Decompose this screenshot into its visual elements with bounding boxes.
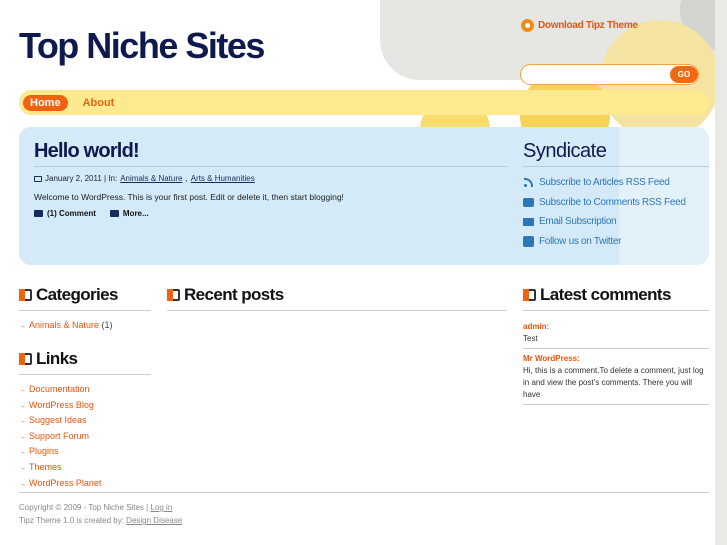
main-nav: Home About <box>19 90 709 115</box>
list-item[interactable]: Themes <box>19 462 101 478</box>
more-icon <box>109 210 119 217</box>
nav-home[interactable]: Home <box>23 94 68 111</box>
download-theme-link[interactable]: Download Tipz Theme <box>521 19 638 32</box>
syndicate-title: Syndicate <box>523 140 607 162</box>
latest-comments-heading: Latest comments <box>523 285 671 305</box>
syndicate-item-twitter[interactable]: Follow us on Twitter <box>523 232 686 252</box>
mail-icon <box>523 217 534 226</box>
comment-item: admin: Test <box>523 321 709 345</box>
widget-icon <box>19 353 32 365</box>
download-icon <box>521 19 534 32</box>
categories-title: Categories <box>36 285 118 304</box>
credit-text: Tipz Theme 1.0 is created by: <box>19 516 124 525</box>
syndicate-item-label: Subscribe to Comments RSS Feed <box>539 196 686 208</box>
post-title[interactable]: Hello world! <box>34 140 140 163</box>
twitter-icon <box>523 235 534 247</box>
comment-item: Mr WordPress: Hi, this is a comment.To d… <box>523 353 709 401</box>
post-footer: (1) Comment More... <box>34 209 149 218</box>
nav-about[interactable]: About <box>76 95 122 111</box>
latest-comments-title: Latest comments <box>540 285 671 304</box>
comments-link[interactable]: (1) Comment <box>34 209 96 218</box>
category-separator: , <box>185 174 188 183</box>
comment-author[interactable]: Mr WordPress: <box>523 354 580 363</box>
login-link[interactable]: Log in <box>150 503 172 512</box>
search-box: GO <box>520 64 699 85</box>
search-go-button[interactable]: GO <box>670 66 698 83</box>
syndicate-item-articles-rss[interactable]: Subscribe to Articles RSS Feed <box>523 173 686 193</box>
widget-icon <box>19 289 32 301</box>
list-item[interactable]: WordPress Planet <box>19 478 101 494</box>
syndicate-item-label: Follow us on Twitter <box>539 235 622 247</box>
post-body: Welcome to WordPress. This is your first… <box>34 192 344 202</box>
right-edge-strip <box>715 0 727 545</box>
list-item[interactable]: Support Forum <box>19 431 101 447</box>
comments-label: (1) Comment <box>47 209 96 218</box>
links-title: Links <box>36 349 78 368</box>
divider <box>523 348 709 349</box>
categories-list: Animals & Nature (1) <box>19 320 113 336</box>
comment-text: Test <box>523 334 538 343</box>
post-category-link[interactable]: Animals & Nature <box>120 174 182 183</box>
list-item[interactable]: Documentation <box>19 384 101 400</box>
divider <box>523 166 709 167</box>
post-meta: January 2, 2011 | In: Animals & Nature, … <box>34 174 255 183</box>
syndicate-item-comments-rss[interactable]: Subscribe to Comments RSS Feed <box>523 193 686 213</box>
divider <box>523 404 709 405</box>
syndicate-item-label: Email Subscription <box>539 216 617 228</box>
list-item[interactable]: Animals & Nature (1) <box>19 320 113 336</box>
list-item[interactable]: Suggest Ideas <box>19 415 101 431</box>
divider <box>34 166 508 167</box>
widget-icon <box>523 289 536 301</box>
copyright-text: Copyright © 2009 - Top Niche Sites | <box>19 503 149 512</box>
comment-bubble-icon <box>34 210 43 217</box>
recent-posts-title: Recent posts <box>184 285 284 304</box>
post-date: January 2, 2011 | In: <box>45 174 118 183</box>
divider <box>167 310 507 311</box>
widget-icon <box>167 289 180 301</box>
links-list: Documentation WordPress Blog Suggest Ide… <box>19 384 101 493</box>
list-item[interactable]: WordPress Blog <box>19 400 101 416</box>
divider <box>19 310 151 311</box>
more-link[interactable]: More... <box>109 209 149 218</box>
comment-author[interactable]: admin: <box>523 322 549 331</box>
more-label: More... <box>122 209 149 218</box>
syndicate-list: Subscribe to Articles RSS Feed Subscribe… <box>523 173 686 251</box>
download-label: Download Tipz Theme <box>538 20 638 31</box>
links-heading: Links <box>19 349 78 369</box>
divider <box>523 310 709 311</box>
categories-heading: Categories <box>19 285 118 305</box>
divider <box>19 374 151 375</box>
list-item[interactable]: Plugins <box>19 446 101 462</box>
featured-panel: Hello world! January 2, 2011 | In: Anima… <box>19 127 709 265</box>
syndicate-item-email[interactable]: Email Subscription <box>523 212 686 232</box>
footer-divider <box>19 492 709 493</box>
syndicate-item-label: Subscribe to Articles RSS Feed <box>539 177 670 189</box>
post-category-link[interactable]: Arts & Humanities <box>191 174 255 183</box>
footer: Copyright © 2009 - Top Niche Sites | Log… <box>19 501 182 527</box>
search-input[interactable] <box>529 68 669 82</box>
site-title[interactable]: Top Niche Sites <box>19 25 265 67</box>
credit-link[interactable]: Design Disease <box>126 516 182 525</box>
rss-icon <box>523 177 534 188</box>
recent-posts-heading: Recent posts <box>167 285 284 305</box>
comment-icon <box>523 197 534 207</box>
camera-icon <box>34 175 42 182</box>
comment-text: Hi, this is a comment.To delete a commen… <box>523 366 704 399</box>
